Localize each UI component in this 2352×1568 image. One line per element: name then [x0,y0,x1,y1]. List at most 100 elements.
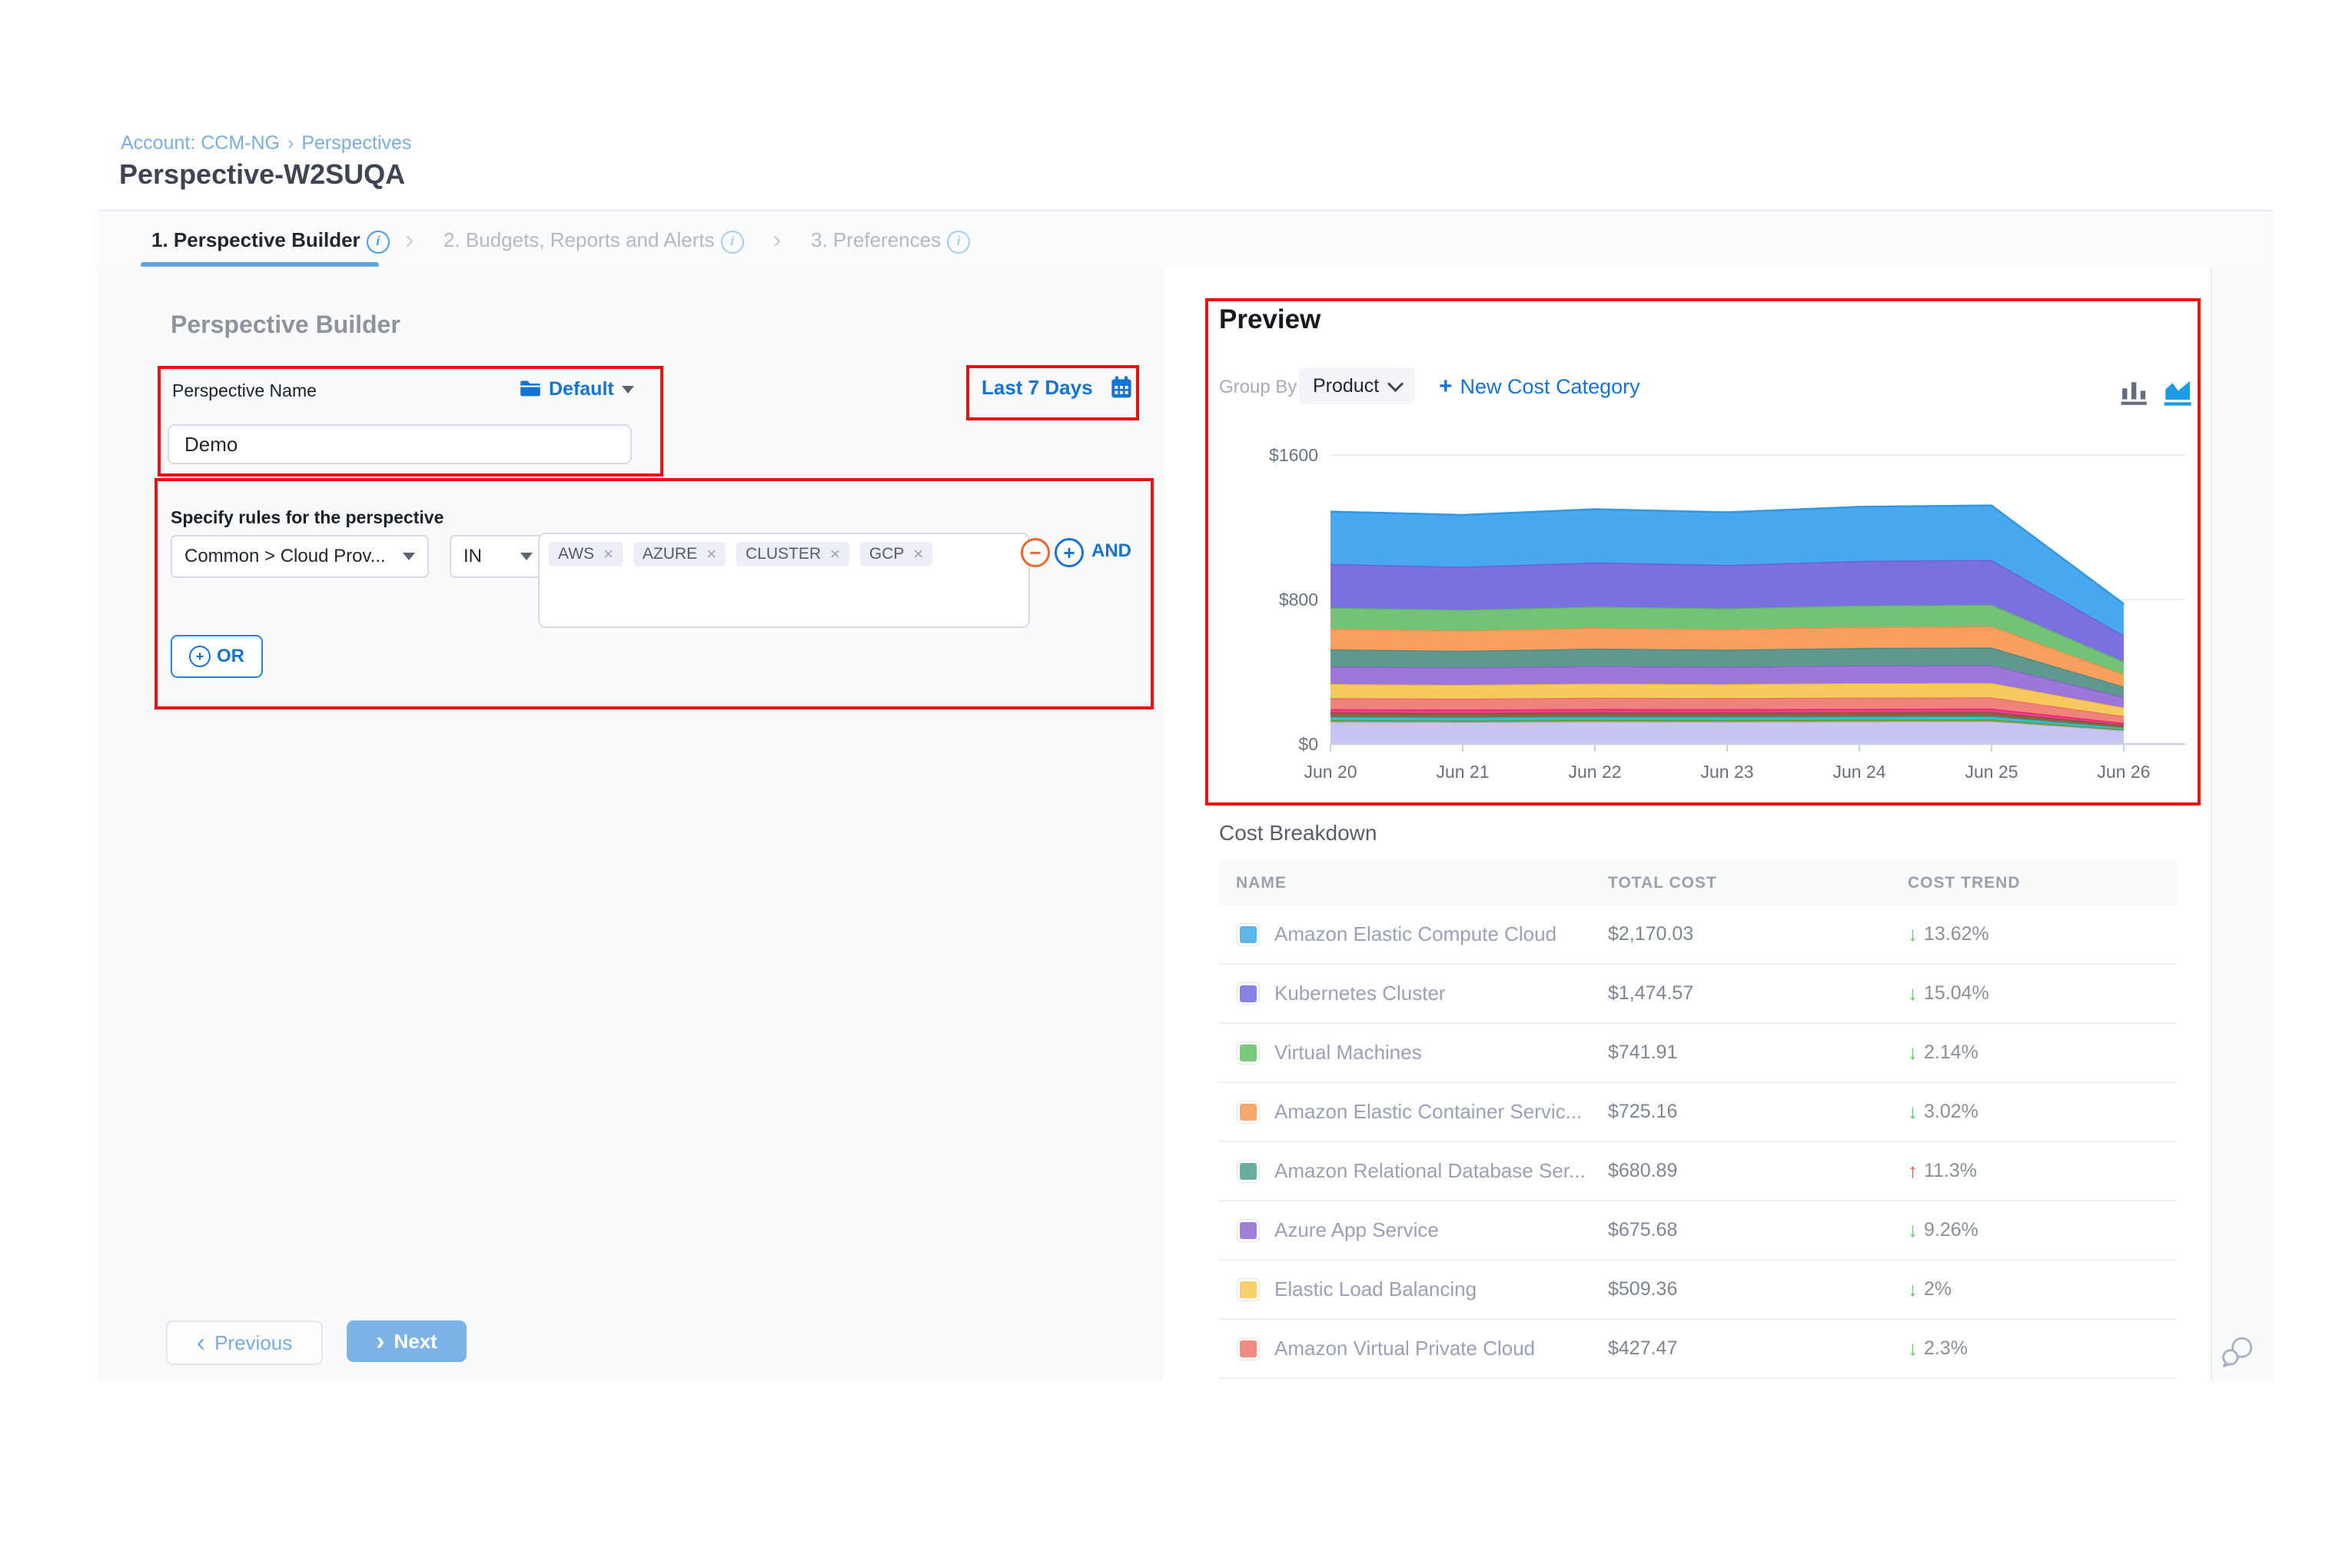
caret-down-icon [520,553,533,560]
tab-perspective-builder[interactable]: 1. Perspective Builderi [151,228,390,254]
page-title: Perspective-W2SUQA [119,158,405,191]
row-total-cost: $1,474.57 [1608,982,1693,1005]
row-name[interactable]: Azure App Service [1274,1218,1439,1242]
chip-label: AZURE [643,545,697,563]
plus-icon: + [1439,374,1453,399]
info-icon[interactable]: i [721,231,744,254]
previous-button[interactable]: ‹ Previous [166,1321,323,1365]
trend-down-icon: ↓ [1908,1100,1918,1124]
series-color-swatch [1237,1338,1259,1360]
row-name[interactable]: Amazon Virtual Private Cloud [1274,1337,1535,1360]
cost-preview-stacked-area-chart: $0$800$1600Jun 20Jun 21Jun 22Jun 23Jun 2… [1253,440,2206,801]
row-cost-trend: ↑11.3% [1908,1159,1977,1183]
caret-down-icon [403,553,415,560]
table-row[interactable]: Amazon Elastic Compute Cloud$2,170.03↓13… [1219,905,2177,965]
new-cost-category-link[interactable]: +New Cost Category [1439,374,1640,400]
row-name[interactable]: Amazon Relational Database Ser... [1274,1159,1586,1183]
perspective-name-label: Perspective Name [172,380,317,401]
column-total-cost: TOTAL COST [1608,874,1717,892]
tab-preferences[interactable]: 3. Preferencesi [811,228,970,254]
chip-close-icon[interactable]: × [830,544,840,564]
trend-percent: 2% [1924,1278,1952,1301]
row-name[interactable]: Amazon Elastic Container Servic... [1274,1100,1582,1124]
trend-down-icon: ↓ [1908,982,1918,1005]
rule-value-chip[interactable]: AWS × [549,542,623,566]
chat-help-icon[interactable] [2220,1334,2255,1370]
trend-down-icon: ↓ [1908,1218,1918,1242]
remove-rule-button[interactable]: − [1021,538,1050,567]
table-row[interactable]: Azure App Service$675.68↓9.26% [1219,1201,2177,1261]
chip-close-icon[interactable]: × [706,544,716,564]
rule-operator-dropdown[interactable]: IN [450,535,546,578]
folder-selector[interactable]: Default [520,378,634,400]
series-color-swatch [1237,924,1259,945]
group-by-dropdown[interactable]: Product [1299,367,1415,404]
chip-label: GCP [869,545,905,563]
and-label: AND [1091,540,1131,562]
row-total-cost: $741.91 [1608,1041,1677,1064]
plus-circle-icon: + [189,646,211,667]
rules-section-label: Specify rules for the perspective [171,507,443,528]
rule-field-dropdown[interactable]: Common > Cloud Prov... [171,535,429,578]
caret-down-icon [622,386,634,394]
chevron-down-icon [1387,375,1404,391]
y-axis-tick-label: $1600 [1269,445,1318,465]
chip-label: AWS [558,545,594,563]
series-color-swatch [1237,1161,1259,1182]
x-axis-tick-label: Jun 25 [1965,762,2018,782]
row-total-cost: $675.68 [1608,1219,1677,1241]
table-row[interactable]: Virtual Machines$741.91↓2.14% [1219,1024,2177,1083]
table-row[interactable]: Amazon Virtual Private Cloud$427.47↓2.3% [1219,1320,2177,1379]
breadcrumb-perspectives-link[interactable]: Perspectives [301,132,411,154]
series-color-swatch [1237,1220,1259,1241]
bar-chart-icon[interactable] [2120,377,2149,407]
tab-budgets-reports-alerts[interactable]: 2. Budgets, Reports and Alertsi [443,228,744,254]
add-or-rule-button[interactable]: + OR [171,635,263,678]
builder-heading: Perspective Builder [171,311,400,339]
info-icon[interactable]: i [947,231,970,254]
breadcrumb: Account: CCM-NG › Perspectives [121,132,411,154]
row-name[interactable]: Elastic Load Balancing [1274,1277,1477,1301]
trend-percent: 13.62% [1924,923,1989,945]
y-axis-tick-label: $0 [1298,734,1318,754]
rule-value-chip[interactable]: CLUSTER× [736,542,849,566]
row-cost-trend: ↓2% [1908,1277,1952,1301]
rule-value-chip[interactable]: AZURE × [633,542,726,566]
chip-close-icon[interactable]: × [603,544,613,564]
rule-value-chip[interactable]: GCP × [860,542,932,566]
series-color-swatch [1237,1279,1259,1301]
trend-percent: 3.02% [1924,1101,1978,1123]
row-cost-trend: ↓ 3.02% [1908,1100,1978,1124]
x-axis-tick-label: Jun 24 [1832,762,1885,782]
breadcrumb-account-link[interactable]: Account: CCM-NG [121,132,280,154]
table-row[interactable]: Amazon Elastic Container Servic...$725.1… [1219,1083,2177,1142]
column-name: NAME [1236,874,1287,892]
series-color-swatch [1237,1042,1259,1064]
row-name[interactable]: Kubernetes Cluster [1274,982,1446,1005]
rule-values-input[interactable]: AWS×AZURE×CLUSTER×GCP× [538,533,1030,628]
row-name[interactable]: Virtual Machines [1274,1041,1422,1065]
column-cost-trend: COST TREND [1908,874,2021,892]
chevron-left-icon: ‹ [197,1328,205,1358]
preview-heading: Preview [1219,304,1321,335]
info-icon[interactable]: i [367,231,390,254]
next-button[interactable]: › Next [347,1321,467,1362]
row-cost-trend: ↓2.3% [1908,1337,1968,1360]
series-color-swatch [1237,983,1259,1005]
breadcrumb-separator: › [287,132,294,154]
row-name[interactable]: Amazon Elastic Compute Cloud [1274,922,1556,946]
chip-close-icon[interactable]: × [913,544,923,564]
table-row[interactable]: Amazon Relational Database Ser...$680.89… [1219,1142,2177,1201]
trend-down-icon: ↓ [1908,1041,1918,1065]
area-series-unlabeled-lavender [1330,722,2124,744]
date-range-selector[interactable]: Last 7 Days [982,375,1134,400]
cost-breakdown-table-header: NAME TOTAL COST COST TREND [1219,861,2177,905]
table-row[interactable]: Elastic Load Balancing$509.36↓2% [1219,1261,2177,1320]
table-row[interactable]: Kubernetes Cluster$1,474.57↓15.04% [1219,965,2177,1024]
folder-label: Default [549,378,614,400]
series-color-swatch [1237,1101,1259,1123]
area-chart-icon[interactable] [2163,377,2194,407]
cost-breakdown-table: Amazon Elastic Compute Cloud$2,170.03↓13… [1219,905,2177,1379]
add-rule-button[interactable]: + [1055,538,1084,567]
perspective-name-input[interactable] [168,424,632,464]
